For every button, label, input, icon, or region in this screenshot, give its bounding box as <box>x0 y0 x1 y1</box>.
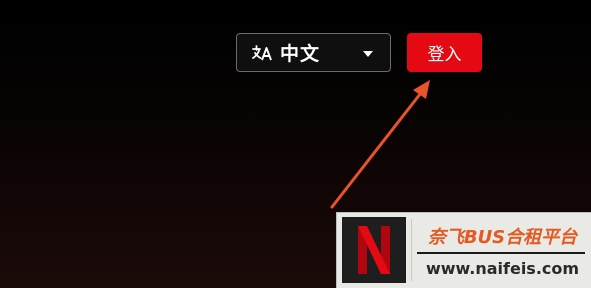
language-selector[interactable]: 中文 <box>236 33 391 72</box>
watermark-rule <box>417 252 585 254</box>
login-button[interactable]: 登入 <box>407 33 482 72</box>
watermark-url: www.naifeis.com <box>425 259 580 278</box>
watermark-divider <box>411 219 412 281</box>
watermark: 奈飞BUS合租平台 www.naifeis.com <box>336 212 591 288</box>
translate-icon <box>251 43 273 63</box>
language-label: 中文 <box>280 43 321 65</box>
chevron-down-icon <box>363 51 373 57</box>
netflix-logo <box>342 217 406 283</box>
watermark-title: 奈飞BUS合租平台 <box>427 227 578 248</box>
